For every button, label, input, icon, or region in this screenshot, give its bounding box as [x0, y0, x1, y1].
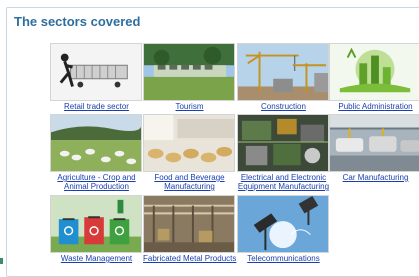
- sector-caption-line1[interactable]: Public Administration: [329, 102, 419, 111]
- sector-caption-line1[interactable]: Agriculture - Crop and: [50, 173, 143, 182]
- sector-tile-car-manufacturing[interactable]: Car Manufacturing: [329, 114, 419, 182]
- sector-caption-line2[interactable]: Animal Production: [50, 182, 143, 191]
- page-edge-marker: [0, 258, 3, 264]
- sector-caption-line1[interactable]: Fabricated Metal Products: [143, 254, 236, 263]
- green-city-icon[interactable]: [329, 43, 419, 101]
- shopping-cart-icon[interactable]: [50, 43, 142, 101]
- sector-tile-construction[interactable]: Construction: [237, 43, 330, 111]
- sector-tile-tourism[interactable]: Tourism: [143, 43, 236, 111]
- sector-tile-telecommunications[interactable]: Telecommunications: [237, 195, 330, 263]
- sector-caption-line1[interactable]: Retail trade sector: [50, 102, 143, 111]
- sector-tile-public-administration[interactable]: Public Administration: [329, 43, 419, 111]
- sector-tile-retail[interactable]: Retail trade sector: [50, 43, 143, 111]
- antenna-icon[interactable]: [237, 195, 329, 253]
- sector-caption-line2[interactable]: Manufacturing: [143, 182, 236, 191]
- resort-sign-icon[interactable]: [143, 43, 235, 101]
- sheep-field-icon[interactable]: [50, 114, 142, 172]
- factory-hall-icon[interactable]: [143, 195, 235, 253]
- sector-caption-line1[interactable]: Waste Management: [50, 254, 143, 263]
- sector-caption-line1[interactable]: Construction: [237, 102, 330, 111]
- sector-tile-waste-management[interactable]: Waste Management: [50, 195, 143, 263]
- sector-caption-line1[interactable]: Car Manufacturing: [329, 173, 419, 182]
- sector-caption-line2[interactable]: Equipment Manufacturing: [237, 182, 330, 191]
- pastry-icon[interactable]: [143, 114, 235, 172]
- car-factory-icon[interactable]: [329, 114, 419, 172]
- sector-caption-line1[interactable]: Electrical and Electronic: [237, 173, 330, 182]
- sector-tile-electrical-electronic[interactable]: Electrical and Electronic Equipment Manu…: [237, 114, 330, 191]
- sector-tile-food-beverage[interactable]: Food and Beverage Manufacturing: [143, 114, 236, 191]
- sector-caption-line1[interactable]: Tourism: [143, 102, 236, 111]
- recycling-bins-icon[interactable]: [50, 195, 142, 253]
- section-title: The sectors covered: [14, 14, 141, 29]
- sector-tile-agriculture[interactable]: Agriculture - Crop and Animal Production: [50, 114, 143, 191]
- crane-icon[interactable]: [237, 43, 329, 101]
- sector-caption-line1[interactable]: Telecommunications: [237, 254, 330, 263]
- sector-caption-line1[interactable]: Food and Beverage: [143, 173, 236, 182]
- sector-tile-fabricated-metal[interactable]: Fabricated Metal Products: [143, 195, 236, 263]
- circuit-board-icon[interactable]: [237, 114, 329, 172]
